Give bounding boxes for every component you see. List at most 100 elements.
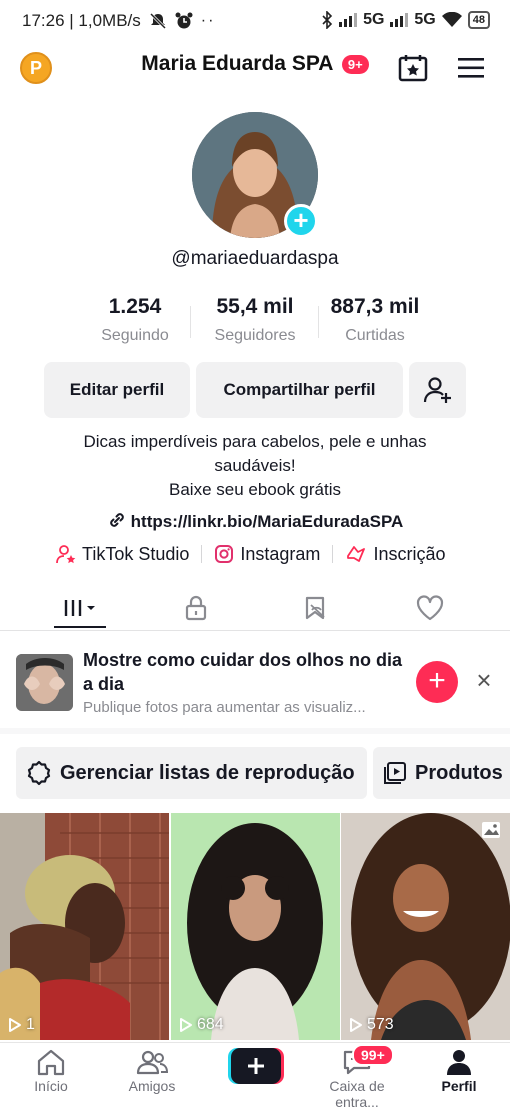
stat-following[interactable]: 1.254 Seguindo: [75, 295, 195, 345]
nav-home[interactable]: Início: [6, 1046, 96, 1094]
chip-label: TikTok Studio: [82, 543, 190, 564]
tab-private[interactable]: [156, 588, 236, 628]
add-friend-button[interactable]: [409, 362, 466, 418]
status-bar: 17:26 | 1,0MB/s ·· 5G 5G 48: [0, 0, 510, 44]
active-tab-indicator: [54, 626, 106, 628]
pill-label: Gerenciar listas de reprodução: [60, 761, 355, 784]
chip-instagram[interactable]: Instagram: [214, 544, 320, 565]
products-button[interactable]: Produtos: [373, 747, 510, 799]
manage-playlists-button[interactable]: Gerenciar listas de reprodução: [16, 747, 367, 799]
network-label-1: 5G: [363, 11, 385, 28]
signal-icon: [339, 13, 358, 27]
subscription-icon: [347, 546, 366, 562]
videos-grid-icon: [64, 600, 95, 616]
bio-link[interactable]: https://linkr.bio/MariaEduradaSPA: [0, 510, 510, 532]
stat-likes[interactable]: 887,3 mil Curtidas: [315, 295, 435, 345]
pill-label: Produtos: [415, 761, 503, 784]
create-button[interactable]: [228, 1048, 284, 1084]
profile-chips: TikTok Studio Instagram Inscrição: [56, 542, 445, 566]
stat-followers[interactable]: 55,4 mil Seguidores: [195, 295, 315, 345]
chip-divider: [201, 545, 203, 563]
lock-icon: [185, 595, 207, 621]
nav-label: Amigos: [128, 1078, 176, 1094]
play-outline-icon: [350, 1018, 362, 1032]
suggestion-subtitle: Publique fotos para aumentar as visualiz…: [83, 699, 366, 716]
chip-divider: [332, 545, 334, 563]
video-image: [341, 813, 510, 1040]
account-title[interactable]: Maria Eduarda SPA: [141, 52, 333, 76]
friends-icon: [136, 1050, 168, 1075]
suggestion-thumbnail: [16, 654, 73, 711]
bell-off-icon: [149, 12, 166, 30]
video-thumbnail[interactable]: 1: [0, 813, 169, 1040]
view-count: 573: [349, 1016, 394, 1034]
view-count: 684: [179, 1016, 224, 1034]
nav-friends[interactable]: Amigos: [107, 1046, 197, 1094]
calendar-star-icon[interactable]: [398, 54, 428, 82]
notification-badge: 9+: [341, 54, 369, 74]
heart-hands-image: [16, 654, 73, 711]
suggestion-add-button[interactable]: +: [416, 661, 458, 703]
video-thumbnail[interactable]: 573: [341, 813, 510, 1040]
bio: Dicas imperdíveis para cabelos, pele e u…: [0, 430, 510, 502]
battery-indicator: 48: [467, 11, 490, 29]
tab-videos[interactable]: [40, 588, 120, 628]
network-label-2: 5G: [414, 11, 436, 28]
bio-line: Baixe seu ebook grátis: [169, 480, 341, 499]
settings-icon: [27, 760, 51, 786]
play-box-icon: [384, 762, 406, 784]
link-text: https://linkr.bio/MariaEduradaSPA: [130, 512, 404, 531]
chip-label: Instagram: [240, 543, 321, 564]
eye-off-bookmark-icon: [305, 596, 325, 620]
add-user-icon: [423, 377, 451, 403]
video-image: [171, 813, 340, 1040]
more-dots-icon: ··: [200, 12, 216, 29]
bio-line: Dicas imperdíveis para cabelos, pele e u…: [83, 432, 427, 451]
status-time: 17:26 | 1,0MB/s: [22, 11, 141, 30]
stat-value: 1.254: [108, 295, 162, 318]
wifi-icon: [441, 12, 462, 27]
stat-divider: [190, 306, 191, 338]
play-outline-icon: [9, 1018, 21, 1032]
inbox-badge: 99+: [352, 1044, 394, 1066]
stat-label: Curtidas: [345, 327, 405, 344]
close-icon[interactable]: ×: [472, 667, 496, 693]
section-divider: [0, 728, 510, 734]
view-count-text: 684: [197, 1016, 224, 1033]
nav-profile[interactable]: Perfil: [414, 1046, 504, 1094]
edit-profile-button[interactable]: Editar perfil: [44, 362, 190, 418]
stat-value: 55,4 mil: [216, 295, 294, 318]
share-profile-button[interactable]: Compartilhar perfil: [196, 362, 403, 418]
view-count-text: 1: [26, 1016, 35, 1033]
link-icon: [109, 513, 124, 527]
chip-subscription[interactable]: Inscrição: [345, 544, 445, 565]
nav-label: Caixa de entra...: [329, 1078, 385, 1110]
stat-label: Seguindo: [101, 327, 169, 344]
view-count-text: 573: [367, 1016, 394, 1033]
photo-icon: [482, 822, 500, 838]
heart-icon: [416, 595, 444, 621]
alarm-icon: [175, 12, 193, 29]
user-star-icon: [56, 545, 76, 564]
nav-label: Perfil: [441, 1078, 477, 1094]
stat-label: Seguidores: [214, 327, 296, 344]
add-story-button[interactable]: +: [284, 204, 318, 238]
bio-line: saudáveis!: [214, 456, 296, 475]
username: @mariaeduardaspa: [171, 248, 339, 269]
chip-tiktok-studio[interactable]: TikTok Studio: [56, 544, 189, 565]
tab-reposts[interactable]: [275, 588, 355, 628]
play-outline-icon: [180, 1018, 192, 1032]
menu-icon[interactable]: [457, 56, 485, 80]
tab-liked[interactable]: [390, 588, 470, 628]
suggestion-title: Mostre como cuidar dos olhos no dia a di…: [83, 650, 403, 694]
home-icon: [37, 1049, 65, 1076]
video-thumbnail[interactable]: 684: [171, 813, 340, 1040]
bluetooth-icon: [322, 11, 333, 29]
divider: [0, 630, 510, 631]
header-title-area: Maria Eduarda SPA 9+: [0, 52, 510, 76]
profile-icon: [447, 1050, 471, 1075]
view-count: 1: [8, 1016, 35, 1034]
instagram-icon: [215, 545, 234, 563]
signal-icon-2: [390, 13, 409, 27]
stat-value: 887,3 mil: [330, 295, 420, 318]
